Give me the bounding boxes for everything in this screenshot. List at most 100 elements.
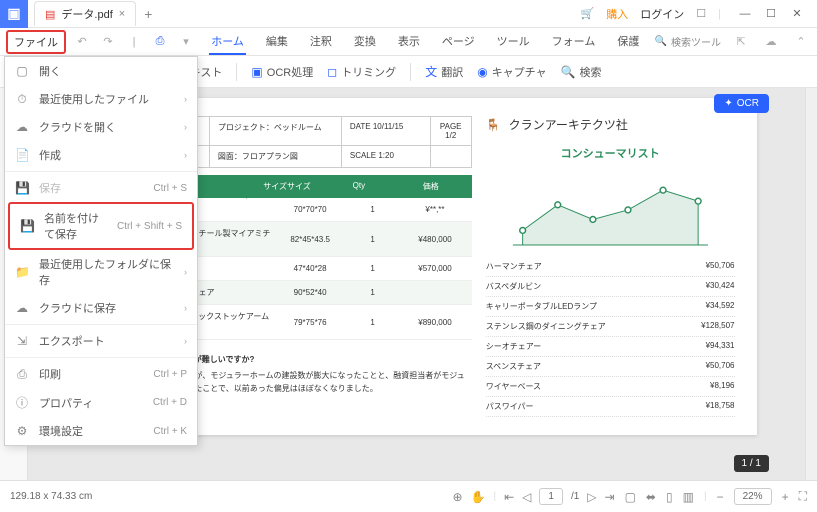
translate-button[interactable]: 文翻訳 <box>425 63 463 80</box>
chevron-right-icon: › <box>184 303 187 313</box>
menu-save-as[interactable]: 💾名前を付けて保存Ctrl + Shift + S <box>8 202 194 250</box>
zoom-out-icon[interactable]: − <box>717 490 724 504</box>
document-tab[interactable]: ▤ データ.pdf × <box>34 1 136 26</box>
chevron-right-icon: › <box>184 150 187 160</box>
ocr-icon: ▣ <box>251 65 262 79</box>
trim-label: トリミング <box>341 64 396 80</box>
add-tab-button[interactable]: + <box>144 6 152 22</box>
close-icon[interactable]: × <box>119 8 125 20</box>
undo-icon[interactable]: ↶ <box>72 32 92 52</box>
tab-page[interactable]: ページ <box>440 29 477 55</box>
notification-icon[interactable]: ☐ <box>696 7 706 20</box>
info-icon: ⓘ <box>15 394 29 411</box>
app-logo: ▣ <box>0 0 28 28</box>
search-tools[interactable]: 🔍 検索ツール <box>655 34 721 49</box>
price-row: シーオチェアー¥94,331 <box>486 337 735 357</box>
ocr-button[interactable]: ▣ OCR処理 <box>251 64 313 80</box>
menu-recent-files[interactable]: ⏱最近使用したファイル› <box>5 85 197 113</box>
drag-hand-icon[interactable]: ⊕ <box>452 490 462 504</box>
chair-icon: 🪑 <box>486 118 501 132</box>
menu-export[interactable]: ⇲エクスポート› <box>5 327 197 355</box>
th-price: 価格 <box>390 175 472 198</box>
price-row: パスワイパー¥18,758 <box>486 397 735 417</box>
chevron-right-icon: › <box>184 267 187 277</box>
tab-convert[interactable]: 変換 <box>352 29 378 55</box>
login-link[interactable]: ログイン <box>640 6 684 22</box>
separator <box>236 63 237 81</box>
capture-button[interactable]: ◉キャプチャ <box>477 64 546 80</box>
hand-icon[interactable]: ✋ <box>471 490 486 504</box>
menu-property[interactable]: ⓘプロパティCtrl + D <box>5 388 197 417</box>
tab-view[interactable]: 表示 <box>396 29 422 55</box>
ocr-label: OCR処理 <box>267 64 313 80</box>
menu-create[interactable]: 📄作成› <box>5 141 197 169</box>
save-icon: 💾 <box>15 181 29 195</box>
single-page-icon[interactable]: ▯ <box>666 490 673 504</box>
chevron-right-icon: › <box>184 122 187 132</box>
clock-icon: ⏱ <box>15 92 29 107</box>
vertical-scrollbar[interactable] <box>805 88 817 480</box>
zoom-in-icon[interactable]: + <box>782 490 789 504</box>
menu-separator <box>5 357 197 358</box>
last-page-icon[interactable]: ⇥ <box>605 490 615 504</box>
chart <box>486 167 735 247</box>
trim-button[interactable]: ◻トリミング <box>327 64 396 80</box>
coords-label: 129.18 x 74.33 cm <box>10 491 442 502</box>
cloud-up-icon: ☁ <box>15 301 29 315</box>
titlebar: ▣ ▤ データ.pdf × + 🛒 購入 ログイン ☐ | — ☐ ✕ <box>0 0 817 28</box>
redo-icon[interactable]: ↷ <box>98 32 118 52</box>
menu-open[interactable]: ▢開く <box>5 57 197 85</box>
separator: | <box>704 491 707 502</box>
search-label: 検索 <box>580 64 602 80</box>
fullscreen-icon[interactable]: ⛶ <box>799 489 807 504</box>
minimize-button[interactable]: — <box>733 2 757 26</box>
file-dropdown-menu: ▢開く ⏱最近使用したファイル› ☁クラウドを開く› 📄作成› 💾保存Ctrl … <box>4 56 198 446</box>
separator: | <box>493 491 496 502</box>
page-input[interactable]: 1 <box>539 488 563 505</box>
search-button[interactable]: 🔍 検索 <box>561 64 602 80</box>
search-icon: 🔍 <box>561 65 576 79</box>
brand-name: クランアーキテクツ社 <box>509 116 628 133</box>
print-icon[interactable]: ⎙ <box>150 32 170 52</box>
tab-edit[interactable]: 編集 <box>264 29 290 55</box>
two-page-icon[interactable]: ▥ <box>683 490 694 504</box>
menubar: ファイル ↶ ↷ | ⎙ ▾ ホーム 編集 注釈 変換 表示 ページ ツール フ… <box>0 28 817 56</box>
fit-width-icon[interactable]: ⬌ <box>646 490 656 504</box>
collapse-icon[interactable]: ⌃ <box>791 32 811 52</box>
fit-page-icon[interactable]: ▢ <box>625 490 636 504</box>
tab-tool[interactable]: ツール <box>495 29 532 55</box>
consumer-title: コンシューマリスト <box>486 145 735 161</box>
buy-link[interactable]: 購入 <box>606 6 628 22</box>
save-as-icon: 💾 <box>20 219 34 233</box>
menu-open-cloud[interactable]: ☁クラウドを開く› <box>5 113 197 141</box>
tab-home[interactable]: ホーム <box>209 29 246 55</box>
camera-icon: ◉ <box>477 65 487 79</box>
price-row: ステンレス鋼のダイニングチェア¥128,507 <box>486 317 735 337</box>
ocr-badge[interactable]: ✦OCR <box>714 94 769 113</box>
maximize-button[interactable]: ☐ <box>759 2 783 26</box>
info-drawing: 図面：フロアプラン図 <box>210 146 342 167</box>
tab-annotate[interactable]: 注釈 <box>308 29 334 55</box>
tab-form[interactable]: フォーム <box>550 29 598 55</box>
menu-env[interactable]: ⚙環境設定Ctrl + K <box>5 417 197 445</box>
menu-save: 💾保存Ctrl + S <box>5 174 197 202</box>
menu-separator <box>5 324 197 325</box>
prev-page-icon[interactable]: ◁ <box>522 490 531 504</box>
menu-save-recent-folder[interactable]: 📁最近使用したフォルダに保存› <box>5 250 197 294</box>
tab-protect[interactable]: 保護 <box>615 29 641 55</box>
first-page-icon[interactable]: ⇤ <box>504 490 514 504</box>
info-scale: SCALE 1:20 <box>342 146 431 167</box>
chevron-down-icon[interactable]: ▾ <box>176 32 196 52</box>
next-page-icon[interactable]: ▷ <box>587 490 596 504</box>
cloud-icon[interactable]: ☁ <box>761 32 781 52</box>
th-qty: Qty <box>328 175 390 198</box>
cart-icon[interactable]: 🛒 <box>581 7 595 20</box>
menu-save-cloud[interactable]: ☁クラウドに保存› <box>5 294 197 322</box>
info-project: プロジェクト：ベッドルーム <box>210 117 342 145</box>
price-row: バスペダルビン¥30,424 <box>486 277 735 297</box>
zoom-input[interactable]: 22% <box>734 488 772 505</box>
menu-print[interactable]: ⎙印刷Ctrl + P <box>5 360 197 388</box>
file-menu-button[interactable]: ファイル <box>6 30 66 54</box>
close-window-button[interactable]: ✕ <box>785 2 809 26</box>
share-icon[interactable]: ⇱ <box>731 32 751 52</box>
